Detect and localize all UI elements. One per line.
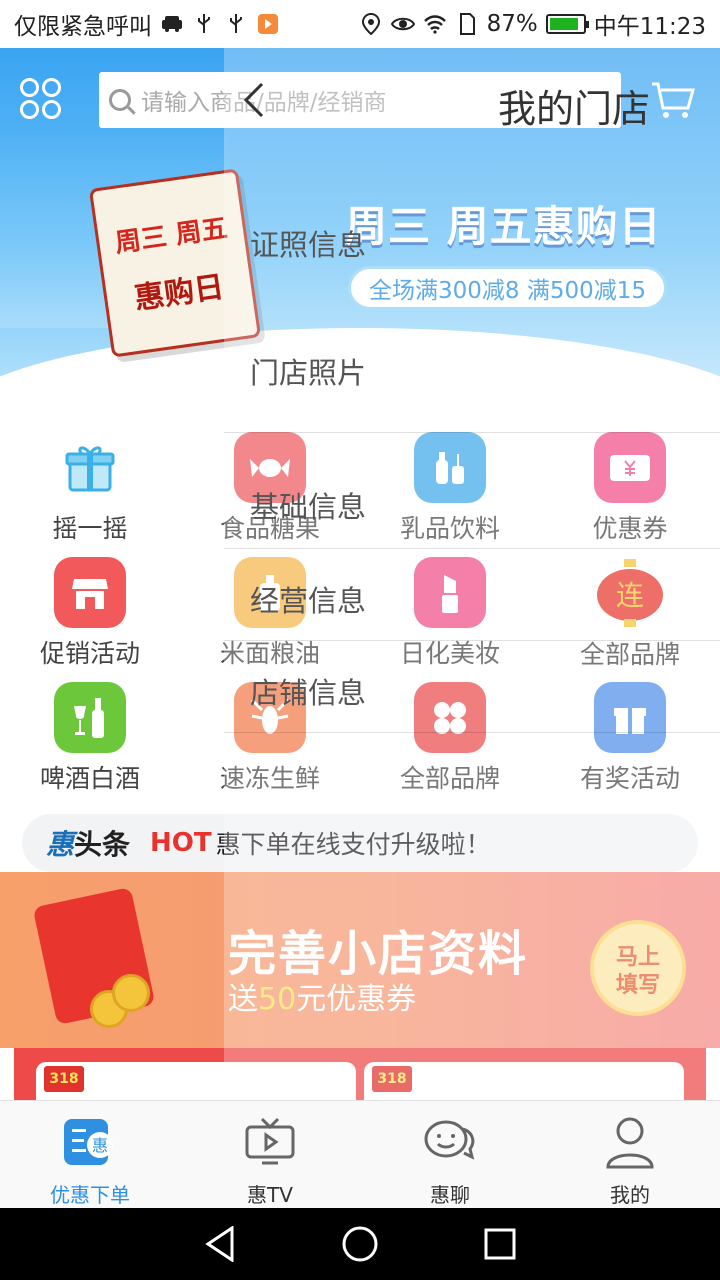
clock: 中午11:23 bbox=[593, 14, 706, 40]
tab-label: 我的 bbox=[610, 1183, 650, 1207]
sale-tag: 318 bbox=[44, 1066, 84, 1092]
video-app-icon bbox=[256, 12, 280, 36]
category-promotion[interactable]: 促销活动 bbox=[0, 545, 180, 670]
calendar-line1: 周三 周五 bbox=[113, 213, 230, 259]
svg-text:惠: 惠 bbox=[92, 1136, 108, 1155]
category-label: 促销活动 bbox=[39, 639, 140, 668]
tab-order[interactable]: 惠 优惠下单 bbox=[0, 1101, 180, 1208]
user-icon bbox=[602, 1115, 658, 1169]
status-bar: 仅限紧急呼叫 87% 中午11:23 bbox=[0, 0, 720, 48]
search-icon bbox=[109, 89, 131, 111]
tab-label: 惠聊 bbox=[430, 1183, 470, 1207]
eye-icon bbox=[390, 12, 415, 36]
wifi-icon bbox=[423, 12, 447, 36]
category-liquor[interactable]: 啤酒白酒 bbox=[0, 670, 180, 795]
order-icon: 惠 bbox=[62, 1115, 118, 1169]
battery-percent: 87% bbox=[486, 11, 538, 37]
divider bbox=[224, 548, 720, 549]
tv-icon bbox=[242, 1115, 298, 1169]
battery-icon bbox=[545, 14, 589, 34]
coin-graphic bbox=[112, 974, 150, 1012]
home-icon[interactable] bbox=[338, 1222, 382, 1266]
drawer-item-basic-info[interactable]: 基础信息 bbox=[250, 484, 366, 526]
category-label: 摇一摇 bbox=[52, 514, 128, 543]
usb-icon bbox=[192, 12, 216, 36]
category-menu-icon[interactable] bbox=[20, 78, 64, 122]
drawer-item-store-info[interactable]: 店铺信息 bbox=[250, 670, 366, 712]
news-brand: 惠 bbox=[46, 828, 75, 861]
tab-chat[interactable]: 惠聊 bbox=[360, 1101, 540, 1208]
category-label: 啤酒白酒 bbox=[39, 764, 140, 793]
tab-label: 优惠下单 bbox=[50, 1183, 130, 1207]
shop-icon bbox=[54, 557, 126, 628]
tab-label: 惠TV bbox=[247, 1183, 293, 1207]
news-brand-suffix: 头条 bbox=[74, 828, 131, 861]
divider bbox=[224, 640, 720, 641]
store-drawer-overlay bbox=[224, 48, 720, 1100]
drawer-title: 我的门店 bbox=[498, 87, 651, 131]
location-icon bbox=[359, 12, 383, 36]
system-navigation-bar bbox=[0, 1208, 720, 1280]
hot-badge: HOT bbox=[150, 828, 212, 858]
status-left: 仅限紧急呼叫 bbox=[14, 7, 280, 41]
tab-me[interactable]: 我的 bbox=[540, 1101, 720, 1208]
divider bbox=[224, 732, 720, 733]
status-right: 87% 中午11:23 bbox=[359, 7, 706, 41]
drawer-item-business-info[interactable]: 经营信息 bbox=[250, 578, 366, 620]
back-icon[interactable] bbox=[198, 1222, 242, 1266]
tab-tv[interactable]: 惠TV bbox=[180, 1101, 360, 1208]
sim-icon bbox=[455, 12, 479, 36]
car-icon bbox=[160, 12, 184, 36]
back-arrow-icon[interactable] bbox=[240, 80, 266, 120]
drawer-item-license[interactable]: 证照信息 bbox=[250, 222, 366, 264]
chat-icon bbox=[422, 1115, 478, 1169]
wine-icon bbox=[54, 682, 126, 753]
recents-icon[interactable] bbox=[478, 1222, 522, 1266]
carrier-text: 仅限紧急呼叫 bbox=[14, 14, 152, 40]
category-shake[interactable]: 摇一摇 bbox=[0, 420, 180, 545]
drawer-item-photos[interactable]: 门店照片 bbox=[250, 350, 366, 392]
bottom-navigation: 惠 优惠下单 惠TV 惠聊 我的 bbox=[0, 1100, 720, 1208]
divider bbox=[224, 432, 720, 433]
usb-icon bbox=[224, 12, 248, 36]
gift-icon bbox=[54, 432, 126, 503]
